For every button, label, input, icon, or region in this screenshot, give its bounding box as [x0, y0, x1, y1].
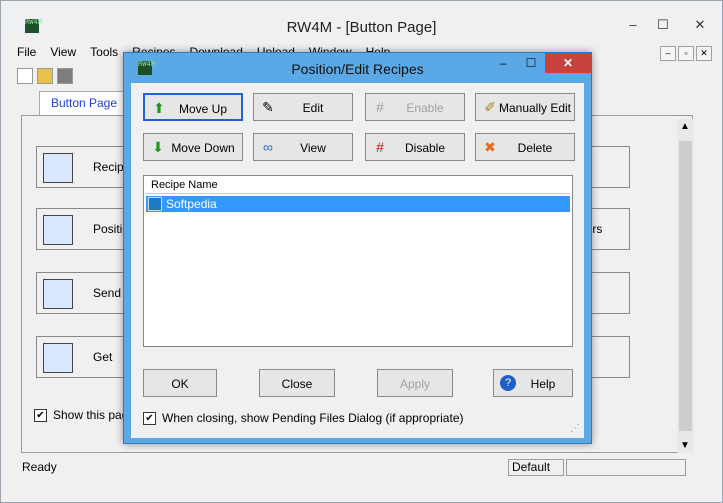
mdi-restore-button[interactable]: ▫: [678, 46, 694, 61]
move-down-button[interactable]: ⬇ Move Down: [143, 133, 243, 161]
status-pane: [566, 459, 686, 476]
scroll-thumb[interactable]: [679, 141, 692, 431]
position-edit-recipes-dialog: RW4M Position/Edit Recipes – ☐ ✕ ⬆ Move …: [123, 52, 592, 444]
dialog-maximize-button[interactable]: ☐: [517, 53, 545, 73]
send-recipes-button[interactable]: Send Recipes: [36, 272, 168, 314]
recipe-icon: [148, 197, 162, 211]
menu-tools[interactable]: Tools: [90, 45, 118, 63]
ok-button[interactable]: OK: [143, 369, 217, 397]
send-icon: [43, 279, 73, 309]
manually-edit-button[interactable]: ✐ Manually Edit: [475, 93, 575, 121]
view-button[interactable]: ∞ View: [253, 133, 353, 161]
show-this-page-checkbox[interactable]: ✔ Show this page: [34, 408, 135, 422]
mdi-close-button[interactable]: ✕: [696, 46, 712, 61]
recipe-list[interactable]: Recipe Name Softpedia: [143, 175, 573, 347]
delete-button[interactable]: ✖ Delete: [475, 133, 575, 161]
window-title: RW4M - [Button Page]: [286, 19, 437, 36]
get-icon: [43, 343, 73, 373]
list-item[interactable]: Softpedia: [146, 196, 570, 212]
list-column-header[interactable]: Recipe Name: [146, 178, 570, 194]
get-button[interactable]: Get: [36, 336, 136, 378]
edit-button[interactable]: ✎ Edit: [253, 93, 353, 121]
toolbar: [17, 65, 73, 87]
close-dialog-button[interactable]: Close: [259, 369, 335, 397]
apply-button[interactable]: Apply: [377, 369, 453, 397]
dialog-body: ⬆ Move Up ✎ Edit # Enable ✐ Manually Edi…: [131, 83, 584, 438]
save-icon[interactable]: [57, 68, 73, 84]
help-button[interactable]: ? Help: [493, 369, 573, 397]
status-text: Ready: [22, 460, 57, 474]
vertical-scrollbar[interactable]: ▲ ▼: [677, 119, 694, 453]
checkbox-check-icon[interactable]: ✔: [34, 408, 47, 422]
menu-file[interactable]: File: [17, 45, 36, 63]
dialog-close-button[interactable]: ✕: [545, 53, 591, 73]
disable-button[interactable]: # Disable: [365, 133, 465, 161]
move-up-button[interactable]: ⬆ Move Up: [143, 93, 243, 121]
open-folder-icon[interactable]: [37, 68, 53, 84]
close-button[interactable]: ✕: [678, 14, 722, 36]
dialog-minimize-button[interactable]: –: [489, 53, 517, 73]
status-default: Default: [508, 459, 564, 476]
title-bar: RW4M RW4M - [Button Page] – ☐ ✕: [1, 1, 722, 36]
positions-button[interactable]: Positions: [36, 208, 142, 250]
dialog-title-bar: RW4M Position/Edit Recipes – ☐ ✕: [124, 53, 591, 83]
minimize-button[interactable]: –: [618, 14, 648, 36]
mdi-minimize-button[interactable]: –: [660, 46, 676, 61]
maximize-button[interactable]: ☐: [648, 14, 678, 36]
tab-button-page[interactable]: Button Page: [39, 91, 129, 115]
recipes-button[interactable]: Recipes: [36, 146, 136, 188]
enable-button[interactable]: # Enable: [365, 93, 465, 121]
resize-grip-icon[interactable]: ⋰: [570, 423, 580, 434]
status-bar: Ready Default: [19, 459, 703, 477]
pending-files-checkbox[interactable]: ✔ When closing, show Pending Files Dialo…: [143, 411, 463, 425]
new-file-icon[interactable]: [17, 68, 33, 84]
checkbox-check-icon[interactable]: ✔: [143, 411, 156, 425]
scroll-down-icon[interactable]: ▼: [680, 440, 690, 451]
menu-view[interactable]: View: [50, 45, 76, 63]
scroll-up-icon[interactable]: ▲: [680, 121, 690, 132]
recipes-wand-icon: [43, 153, 73, 183]
positions-icon: [43, 215, 73, 245]
